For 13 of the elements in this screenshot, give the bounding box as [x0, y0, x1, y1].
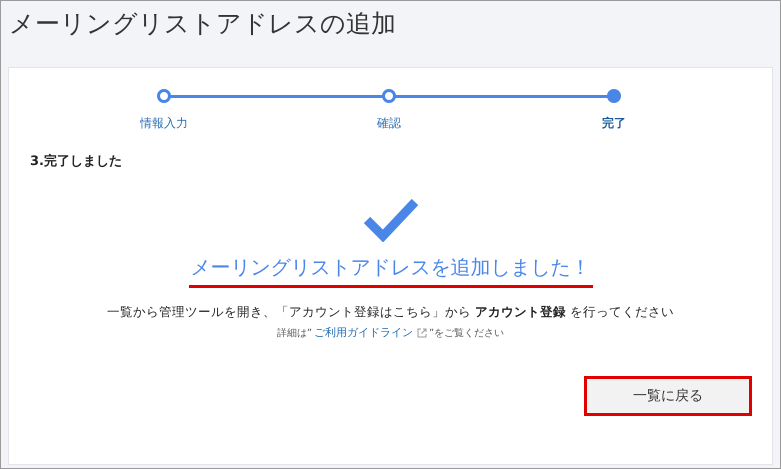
back-button[interactable]: 一覧に戻る: [584, 376, 752, 416]
section-title: 3.完了しました: [30, 152, 123, 170]
instruction-text: 一覧から管理ツールを開き、「アカウント登録はこちら」から アカウント登録 を行ってください: [107, 304, 674, 321]
external-link-icon: [417, 328, 427, 338]
step-label: 完了: [602, 115, 626, 132]
guide-note: ”をご覧ください: [429, 326, 504, 340]
guide-note: 詳細は”: [276, 326, 312, 340]
checkmark-icon: [362, 196, 418, 242]
step-label: 情報入力: [140, 115, 188, 132]
step-label: 確認: [377, 115, 401, 132]
success-message: メーリングリストアドレスを追加しました！: [190, 254, 592, 281]
guide-link[interactable]: ご利用ガイドライン: [314, 325, 413, 340]
page-title: メーリングリストアドレスの追加: [8, 8, 397, 40]
